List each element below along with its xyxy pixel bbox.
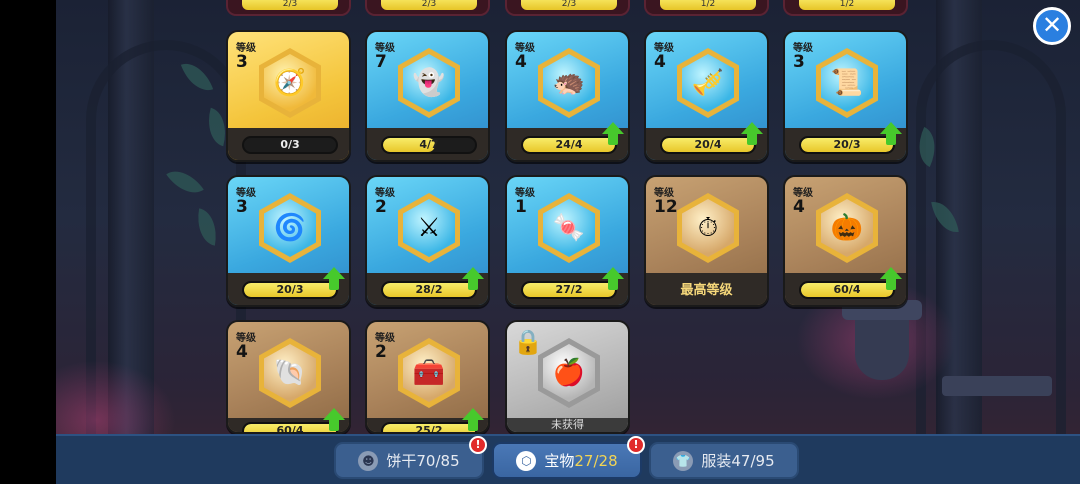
treasure-card[interactable]: 等级 3 📜 20/3 bbox=[783, 30, 908, 162]
treasure-card[interactable]: 等级 4 🎃 60/4 bbox=[783, 175, 908, 307]
tab-cookies[interactable]: ☻ 饼干70/85 bbox=[334, 442, 484, 479]
close-button[interactable]: ✕ bbox=[1033, 7, 1071, 45]
level-value: 4 bbox=[793, 197, 805, 217]
upgrade-arrow-icon[interactable] bbox=[323, 408, 345, 432]
treasure-card[interactable]: 等级 2 ⚔ 28/2 bbox=[365, 175, 490, 307]
treasure-emblem: 🧰 bbox=[398, 338, 460, 408]
tab-count: 27/28 bbox=[574, 452, 618, 470]
upgrade-arrow-icon[interactable] bbox=[602, 267, 624, 291]
tab-label: 宝物 bbox=[544, 452, 575, 470]
tab-count: 47/95 bbox=[731, 452, 775, 470]
treasure-card[interactable]: 等级 1 🍬 27/2 bbox=[505, 175, 630, 307]
alert-badge: ! bbox=[469, 436, 487, 454]
alert-badge: ! bbox=[627, 436, 645, 454]
treasure-emblem: ⏱ bbox=[677, 193, 739, 263]
treasure-emblem: 🧭 bbox=[259, 48, 321, 118]
not-obtained-label: 未获得 bbox=[507, 418, 628, 432]
treasure-card[interactable]: 等级 4 🐚 60/4 bbox=[226, 320, 351, 434]
progress-bar: 0/3 bbox=[242, 136, 338, 154]
treasure-emblem: 🍎 bbox=[538, 338, 600, 408]
treasure-emblem: 🌀 bbox=[259, 193, 321, 263]
arch-right bbox=[916, 40, 1066, 460]
treasure-card[interactable]: 等级 2 🧰 25/2 bbox=[365, 320, 490, 434]
treasure-card[interactable]: 等级 3 🧭 0/3 bbox=[226, 30, 351, 162]
partial-card-progress: 2/3 bbox=[521, 0, 617, 10]
partial-card-progress: 2/3 bbox=[381, 0, 477, 10]
partial-card[interactable]: 2/3 bbox=[226, 0, 351, 16]
level-value: 2 bbox=[375, 197, 387, 217]
upgrade-arrow-icon[interactable] bbox=[880, 267, 902, 291]
partial-card[interactable]: 2/3 bbox=[505, 0, 630, 16]
level-value: 3 bbox=[236, 52, 248, 72]
upgrade-arrow-icon[interactable] bbox=[741, 122, 763, 146]
upgrade-arrow-icon[interactable] bbox=[880, 122, 902, 146]
progress-bar: 4/7 bbox=[381, 136, 477, 154]
partial-card[interactable]: 1/2 bbox=[644, 0, 769, 16]
upgrade-arrow-icon[interactable] bbox=[462, 408, 484, 432]
level-value: 2 bbox=[375, 342, 387, 362]
treasure-emblem: 🎃 bbox=[816, 193, 878, 263]
treasure-card[interactable]: 等级 12 ⏱ 最高等级 bbox=[644, 175, 769, 307]
progress-text: 0/3 bbox=[280, 138, 300, 151]
treasure-emblem: 📜 bbox=[816, 48, 878, 118]
partial-card[interactable]: 2/3 bbox=[365, 0, 490, 16]
level-value: 1 bbox=[515, 197, 527, 217]
tab-label: 饼干 bbox=[386, 452, 417, 470]
progress-text: 4/7 bbox=[419, 138, 439, 151]
treasure-card[interactable]: 等级 7 👻 4/7 bbox=[365, 30, 490, 162]
vase bbox=[842, 300, 922, 390]
partial-card-progress: 1/2 bbox=[799, 0, 895, 10]
tab-treasures[interactable]: ⬡ 宝物27/28 bbox=[492, 442, 642, 479]
bottom-tab-bar: ☻ 饼干70/85! ⬡ 宝物27/28! 👕 服装47/95 bbox=[56, 434, 1080, 484]
treasure-emblem: 👻 bbox=[398, 48, 460, 118]
costume-shirt-icon: 👕 bbox=[673, 450, 694, 471]
tab-label: 服装 bbox=[701, 452, 732, 470]
tab-costumes[interactable]: 👕 服装47/95 bbox=[649, 442, 799, 479]
level-value: 3 bbox=[793, 52, 805, 72]
treasure-emblem: 🐚 bbox=[259, 338, 321, 408]
treasure-emblem: ⚔ bbox=[398, 193, 460, 263]
level-value: 4 bbox=[654, 52, 666, 72]
tab-count: 70/85 bbox=[416, 452, 460, 470]
treasure-card[interactable]: 等级 4 🎺 20/4 bbox=[644, 30, 769, 162]
level-value: 7 bbox=[375, 52, 387, 72]
level-value: 3 bbox=[236, 197, 248, 217]
level-value: 4 bbox=[515, 52, 527, 72]
treasure-card[interactable]: 等级 4 🦔 24/4 bbox=[505, 30, 630, 162]
upgrade-arrow-icon[interactable] bbox=[462, 267, 484, 291]
partial-card[interactable]: 1/2 bbox=[783, 0, 908, 16]
upgrade-arrow-icon[interactable] bbox=[602, 122, 624, 146]
treasure-hex-icon: ⬡ bbox=[516, 450, 537, 471]
treasure-emblem: 🎺 bbox=[677, 48, 739, 118]
upgrade-arrow-icon[interactable] bbox=[323, 267, 345, 291]
treasure-emblem: 🦔 bbox=[538, 48, 600, 118]
level-value: 12 bbox=[654, 197, 678, 217]
treasure-emblem: 🍬 bbox=[538, 193, 600, 263]
max-level-label: 最高等级 bbox=[680, 283, 733, 298]
cookie-face-icon: ☻ bbox=[358, 450, 379, 471]
treasure-card[interactable]: 🔒 🍎 未获得 bbox=[505, 320, 630, 434]
level-value: 4 bbox=[236, 342, 248, 362]
treasure-card[interactable]: 等级 3 🌀 20/3 bbox=[226, 175, 351, 307]
partial-card-progress: 1/2 bbox=[660, 0, 756, 10]
partial-card-progress: 2/3 bbox=[242, 0, 338, 10]
stone-ledge bbox=[942, 376, 1052, 396]
